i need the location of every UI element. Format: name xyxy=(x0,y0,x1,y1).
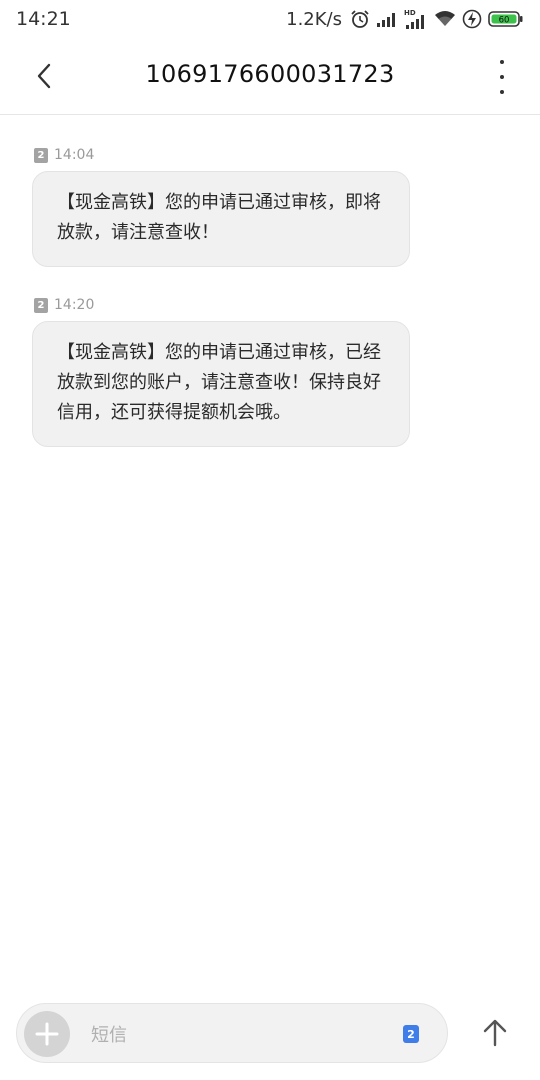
status-icons: 1.2K/s HD 60 xyxy=(286,6,524,32)
conversation-title: 1069176600031723 xyxy=(145,60,395,88)
message-bubble[interactable]: 【现金高铁】您的申请已通过审核，即将放款，请注意查收！ xyxy=(32,171,410,267)
svg-text:HD: HD xyxy=(404,9,416,17)
send-button[interactable] xyxy=(474,1012,516,1054)
sim-badge: 2 xyxy=(34,147,48,163)
message-group: 2 14:20 【现金高铁】您的申请已通过审核，已经放款到您的账户，请注意查收！… xyxy=(32,295,410,447)
charging-icon xyxy=(462,9,482,29)
more-vertical-icon xyxy=(500,60,504,64)
sim-select-button[interactable]: 2 xyxy=(403,1025,419,1043)
wifi-icon xyxy=(434,10,456,28)
add-attachment-button[interactable] xyxy=(24,1011,70,1057)
status-bar: 14:21 1.2K/s HD 60 xyxy=(0,0,540,38)
more-options-button[interactable] xyxy=(494,60,510,94)
status-time: 14:21 xyxy=(16,8,71,30)
message-time: 14:20 xyxy=(54,297,95,313)
conversation-header: 1069176600031723 xyxy=(0,38,540,115)
arrow-up-icon xyxy=(483,1019,507,1047)
message-meta: 2 14:20 xyxy=(34,295,410,315)
sim-badge: 2 xyxy=(34,297,48,313)
message-input[interactable] xyxy=(89,1018,393,1052)
signal-icon xyxy=(376,10,398,28)
message-group: 2 14:04 【现金高铁】您的申请已通过审核，即将放款，请注意查收！ xyxy=(32,145,410,267)
battery-level: 60 xyxy=(499,15,510,25)
battery-icon: 60 xyxy=(488,10,524,28)
alarm-icon xyxy=(350,9,370,29)
sms-conversation-screen: 14:21 1.2K/s HD 60 1069176600031723 2 14… xyxy=(0,0,540,1080)
message-time: 14:04 xyxy=(54,147,95,163)
message-bubble[interactable]: 【现金高铁】您的申请已通过审核，已经放款到您的账户，请注意查收！保持良好信用，还… xyxy=(32,321,410,447)
message-composer: 2 xyxy=(16,1003,448,1063)
plus-icon xyxy=(35,1022,59,1046)
network-speed: 1.2K/s xyxy=(286,8,342,30)
message-meta: 2 14:04 xyxy=(34,145,410,165)
hd-signal-icon: HD xyxy=(404,8,428,30)
